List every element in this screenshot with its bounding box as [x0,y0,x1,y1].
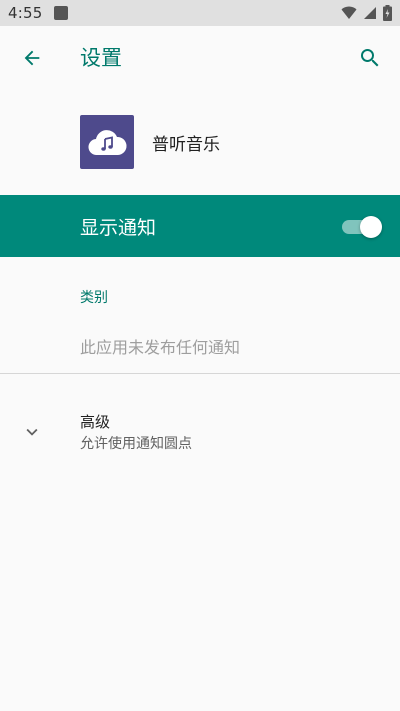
advanced-row[interactable]: 高级 允许使用通知圆点 [0,400,400,464]
music-cloud-icon [80,115,134,169]
switch-thumb [360,216,382,238]
show-notifications-label: 显示通知 [80,216,157,239]
divider [0,373,400,374]
advanced-title: 高级 [80,413,111,431]
status-time: 4:55 [8,4,43,22]
app-bar: 设置 [0,26,400,90]
signal-icon [364,7,376,19]
page-title: 设置 [80,46,122,70]
wifi-icon [341,6,357,19]
app-header: 普听音乐 [80,115,220,169]
search-button[interactable] [352,40,388,76]
app-name: 普听音乐 [152,134,220,155]
status-icons [341,5,392,21]
battery-charging-icon [383,5,392,21]
advanced-summary: 允许使用通知圆点 [80,436,192,452]
notification-square-icon [54,6,69,20]
arrow-left-icon [24,50,40,66]
chevron-down-icon [18,418,46,446]
no-notifications-text: 此应用未发布任何通知 [80,338,241,357]
show-notifications-row[interactable]: 显示通知 [0,195,400,257]
search-icon [361,49,379,67]
status-bar: 4:55 [0,0,400,26]
show-notifications-switch[interactable] [342,216,382,238]
back-button[interactable] [14,40,50,76]
category-header: 类别 [80,290,108,306]
